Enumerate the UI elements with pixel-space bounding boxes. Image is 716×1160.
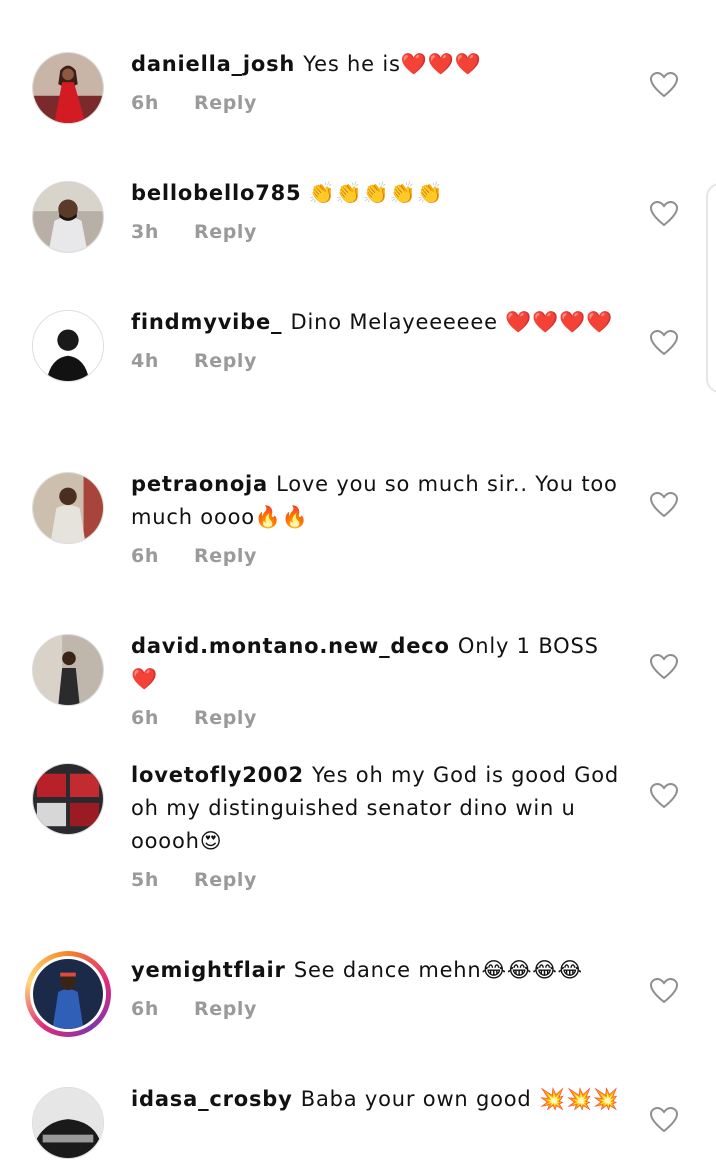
reply-button[interactable]: Reply [194,998,257,1020]
heart-outline-icon[interactable] [650,654,678,680]
avatar-story-ring[interactable] [25,951,111,1037]
reply-button[interactable]: Reply [194,350,257,372]
comment-timestamp: 5h [131,869,159,891]
comment-timestamp: 6h [131,545,159,567]
avatar[interactable] [32,1087,104,1159]
reply-button[interactable]: Reply [194,221,257,243]
avatar[interactable] [32,181,104,253]
reply-button[interactable]: Reply [194,707,257,729]
heart-outline-icon[interactable] [650,978,678,1004]
comment-timestamp: 4h [131,350,159,372]
comment-text: See dance mehn😂😂😂😂 [293,958,583,982]
avatar[interactable] [32,763,104,835]
side-panel-handle[interactable] [706,183,716,393]
heart-outline-icon[interactable] [650,492,678,518]
comment-text: Baba your own good 💥💥💥 [300,1087,620,1111]
heart-outline-icon[interactable] [650,1107,678,1133]
comment-timestamp: 6h [131,92,159,114]
comment-username[interactable]: david.montano.new_deco [131,634,450,658]
comment-username[interactable]: bellobello785 [131,181,301,205]
reply-button[interactable]: Reply [194,545,257,567]
comment-username[interactable]: idasa_crosby [131,1087,293,1111]
comment-username[interactable]: lovetofly2002 [131,763,304,787]
reply-button[interactable]: Reply [194,869,257,891]
heart-outline-icon[interactable] [650,330,678,356]
comment-username[interactable]: findmyvibe_ [131,310,282,334]
comment-text: Yes he is❤️❤️❤️ [303,52,482,76]
comment-username[interactable]: petraonoja [131,472,268,496]
avatar[interactable] [32,472,104,544]
avatar[interactable] [32,52,104,124]
comment-timestamp: 6h [131,998,159,1020]
reply-button[interactable]: Reply [194,92,257,114]
heart-outline-icon[interactable] [650,201,678,227]
comment-username[interactable]: yemightflair [131,958,286,982]
avatar[interactable] [32,310,104,382]
comment-timestamp: 6h [131,707,159,729]
avatar[interactable] [32,634,104,706]
heart-outline-icon[interactable] [650,783,678,809]
comment-text: Dino Melayeeeeee ❤️❤️❤️❤️ [290,310,614,334]
heart-outline-icon[interactable] [650,72,678,98]
comment-username[interactable]: daniella_josh [131,52,295,76]
comment-timestamp: 3h [131,221,159,243]
comment-text: 👏👏👏👏👏 [301,181,444,205]
